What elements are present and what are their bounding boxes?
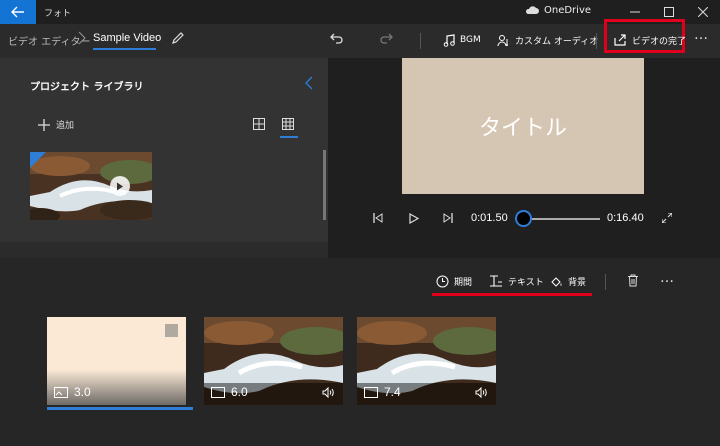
project-library-title: プロジェクト ライブラリ <box>30 82 144 93</box>
library-video-thumbnail[interactable] <box>30 152 152 220</box>
view-selected-indicator <box>280 136 298 138</box>
text-icon <box>490 275 502 287</box>
clip-duration-value: 7.4 <box>384 385 401 399</box>
back-button[interactable] <box>0 0 36 24</box>
background-label: 背景 <box>568 277 587 288</box>
rename-pencil-icon[interactable] <box>171 31 185 45</box>
duration-button[interactable]: 期間 <box>436 273 472 289</box>
chevron-right-icon <box>78 31 86 45</box>
preview-title-text: タイトル <box>478 116 567 141</box>
duration-label: 期間 <box>454 277 473 288</box>
custom-audio-icon <box>497 34 508 46</box>
add-media-button[interactable]: 追加 <box>38 118 74 131</box>
small-grid-view-icon[interactable] <box>282 118 294 130</box>
custom-audio-label: カスタム オーディオ <box>515 36 599 47</box>
play-icon[interactable] <box>409 213 419 224</box>
finish-video-button[interactable]: ビデオの完了 <box>614 31 686 49</box>
close-icon <box>698 7 708 17</box>
library-scrollbar[interactable] <box>323 150 326 220</box>
music-note-icon <box>443 33 455 47</box>
undo-icon[interactable] <box>330 31 344 45</box>
total-time: 0:16.40 <box>607 212 644 224</box>
storyboard-more-button[interactable]: … <box>660 270 675 286</box>
clip-duration: 6.0 <box>211 385 248 399</box>
clip-duration-value: 3.0 <box>74 385 91 399</box>
waterfall-thumbnail-image <box>30 152 152 220</box>
step-forward-icon[interactable] <box>443 213 453 223</box>
collapse-chevron-icon[interactable] <box>305 76 313 90</box>
paint-bucket-icon <box>551 276 562 287</box>
volume-icon[interactable] <box>322 387 335 398</box>
more-options-button[interactable]: … <box>694 27 709 43</box>
breadcrumb-current-underline <box>93 48 156 50</box>
delete-trash-icon[interactable] <box>627 274 639 287</box>
storyboard-divider <box>605 274 606 290</box>
onedrive-label: OneDrive <box>544 5 592 16</box>
background-button[interactable]: 背景 <box>550 273 586 289</box>
text-button[interactable]: テキスト <box>489 273 544 289</box>
plus-icon <box>38 118 50 131</box>
minimize-icon <box>630 11 640 13</box>
play-overlay-icon[interactable] <box>110 176 130 196</box>
storyboard-tools-highlight <box>432 293 592 296</box>
toolbar-divider <box>596 33 597 49</box>
toolbar-divider <box>420 33 421 49</box>
cloud-icon <box>525 6 539 14</box>
bgm-label: BGM <box>460 35 481 45</box>
video-frame-icon <box>364 386 378 398</box>
app-title: フォト <box>44 9 72 19</box>
redo-icon[interactable] <box>379 31 393 45</box>
video-preview: タイトル <box>402 58 644 194</box>
maximize-icon <box>664 7 674 17</box>
main-toolbar: ビデオ エディター Sample Video BGM カスタム オーディオ ビデ… <box>0 19 720 74</box>
title-card-color-swatch <box>165 324 178 337</box>
fullscreen-expand-icon[interactable] <box>662 213 672 223</box>
close-button[interactable] <box>686 0 720 24</box>
image-icon <box>54 386 68 398</box>
current-time: 0:01.50 <box>471 212 508 224</box>
finish-video-label: ビデオの完了 <box>632 36 687 47</box>
step-back-icon[interactable] <box>373 213 383 223</box>
storyboard-clip-title-card[interactable]: 3.0 <box>47 317 186 405</box>
selected-clip-indicator <box>47 407 193 410</box>
volume-icon[interactable] <box>475 387 488 398</box>
back-arrow-icon <box>11 6 24 18</box>
add-media-label: 追加 <box>56 121 75 131</box>
clock-icon <box>436 275 449 287</box>
onedrive-status[interactable]: OneDrive <box>525 5 591 16</box>
bgm-button[interactable]: BGM <box>443 31 481 49</box>
storyboard-clip-video[interactable]: 7.4 <box>357 317 496 405</box>
clip-duration: 7.4 <box>364 385 401 399</box>
large-grid-view-icon[interactable] <box>253 118 265 130</box>
storyboard-clip-video[interactable]: 6.0 <box>204 317 343 405</box>
custom-audio-button[interactable]: カスタム オーディオ <box>497 31 598 49</box>
text-label: テキスト <box>508 277 544 288</box>
export-share-icon <box>614 34 626 46</box>
scrub-handle[interactable] <box>514 210 532 227</box>
video-frame-icon <box>211 386 225 398</box>
clip-duration-value: 6.0 <box>231 385 248 399</box>
project-library-panel: プロジェクト ライブラリ 追加 <box>0 58 328 242</box>
clip-duration: 3.0 <box>54 385 91 399</box>
selected-corner-marker <box>30 152 46 168</box>
breadcrumb-current: Sample Video <box>93 32 162 44</box>
